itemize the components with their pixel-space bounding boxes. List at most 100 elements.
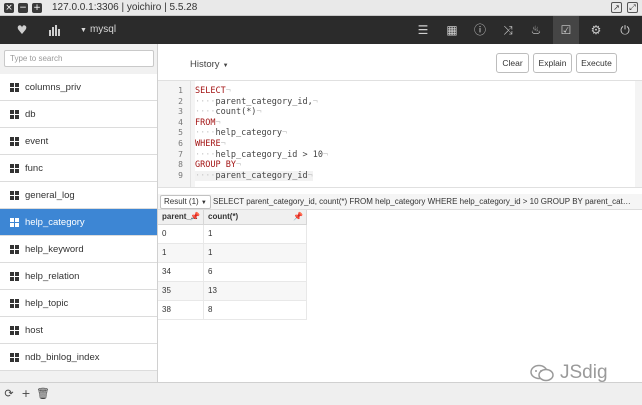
- heart-icon[interactable]: ♥: [10, 16, 34, 44]
- sidebar-table-item[interactable]: columns_priv: [0, 74, 157, 101]
- code-line[interactable]: ····help_category_id > 10¬: [195, 150, 328, 160]
- code-area[interactable]: SELECT¬ ····parent_category_id,¬ ····count…: [195, 81, 635, 187]
- whitespace-marker: ····: [195, 107, 216, 118]
- shuffle-icon[interactable]: ⤨: [496, 16, 520, 44]
- popout-icon[interactable]: ↗: [611, 2, 622, 13]
- result-cell[interactable]: 1: [204, 244, 307, 262]
- whitespace-marker: ····: [195, 96, 216, 107]
- trash-icon[interactable]: 🗑: [36, 387, 50, 400]
- add-icon[interactable]: +: [20, 387, 32, 400]
- sidebar-table-item[interactable]: help_category: [0, 209, 157, 236]
- result-row[interactable]: 35 13: [158, 282, 307, 301]
- bar-chart-icon[interactable]: [42, 16, 66, 44]
- result-cell[interactable]: 13: [204, 282, 307, 300]
- line-number: 1: [178, 86, 183, 95]
- sql-editor[interactable]: 123456789 SELECT¬ ····parent_category_id,…: [158, 80, 642, 188]
- line-number: 7: [178, 149, 183, 159]
- pin-icon[interactable]: 📌: [190, 210, 200, 224]
- sidebar-table-item[interactable]: db: [0, 101, 157, 128]
- minimize-window-icon[interactable]: −: [18, 2, 28, 13]
- database-select[interactable]: ▼ mysql: [80, 16, 116, 44]
- line-number: 2: [178, 96, 183, 106]
- line-number: 4: [178, 117, 183, 127]
- sidebar-table-label: help_relation: [25, 270, 80, 282]
- maximize-window-icon[interactable]: +: [32, 2, 42, 13]
- table-grid-icon: [10, 82, 19, 92]
- result-cell[interactable]: 8: [204, 301, 307, 319]
- column-header[interactable]: count(*) 📌: [204, 210, 307, 224]
- result-set-label: Result (1): [164, 197, 199, 206]
- sidebar-table-item[interactable]: ndb_binlog_index: [0, 344, 157, 371]
- clear-button[interactable]: Clear: [496, 53, 529, 73]
- newline-marker: ¬: [235, 160, 242, 171]
- result-row[interactable]: 38 8: [158, 301, 307, 320]
- explain-button[interactable]: Explain: [533, 53, 572, 73]
- refresh-icon[interactable]: ⟳: [3, 387, 15, 400]
- power-icon[interactable]: ⏻: [613, 16, 637, 44]
- code-line[interactable]: ····parent_category_id¬: [195, 170, 313, 181]
- sidebar-table-item[interactable]: help_topic: [0, 290, 157, 317]
- result-sql-text: SELECT parent_category_id, count(*) FROM…: [213, 197, 633, 206]
- fire-icon[interactable]: ♨: [524, 16, 548, 44]
- result-row[interactable]: 01: [158, 225, 307, 244]
- expand-icon[interactable]: ⤢: [627, 2, 638, 13]
- table-sidebar: columns_privdb event func general_log help_c…: [0, 44, 158, 382]
- code-line[interactable]: SELECT¬: [195, 86, 231, 96]
- sidebar-table-label: host: [25, 324, 43, 336]
- code-line[interactable]: WHERE¬: [195, 139, 226, 149]
- pin-icon[interactable]: 📌: [293, 210, 303, 224]
- query-icon[interactable]: ☑: [553, 16, 579, 44]
- menu-icon[interactable]: ☰: [411, 16, 435, 44]
- table-grid-icon: [10, 109, 19, 119]
- sidebar-table-label: db: [25, 108, 36, 120]
- info-icon[interactable]: ⓘ: [468, 16, 492, 44]
- code-line[interactable]: ····parent_category_id,¬: [195, 97, 318, 107]
- sidebar-table-item[interactable]: help_relation: [0, 263, 157, 290]
- sidebar-table-label: ndb_binlog_index: [25, 351, 100, 363]
- sidebar-table-item[interactable]: host: [0, 317, 157, 344]
- table-search-input[interactable]: [4, 50, 154, 67]
- table-grid-icon: [10, 190, 19, 200]
- sidebar-table-item[interactable]: func: [0, 155, 157, 182]
- code-text: count(*): [215, 107, 257, 118]
- code-text: WHERE: [195, 139, 221, 149]
- settings-icon[interactable]: ⚙: [584, 16, 608, 44]
- code-line[interactable]: GROUP BY¬: [195, 160, 241, 170]
- caret-down-icon: ▼: [80, 27, 87, 34]
- line-number: 3: [178, 107, 183, 117]
- result-cell[interactable]: 1: [158, 244, 204, 262]
- close-window-icon[interactable]: ×: [4, 2, 14, 13]
- result-set-select[interactable]: Result (1) ▼: [160, 195, 211, 209]
- table-icon[interactable]: ▦: [440, 16, 464, 44]
- column-header[interactable]: parent_... 📌: [158, 210, 204, 224]
- table-grid-icon: [10, 325, 19, 335]
- result-cell[interactable]: 38: [158, 301, 204, 319]
- execute-button[interactable]: Execute: [576, 53, 617, 73]
- table-grid-icon: [10, 217, 19, 227]
- newline-marker: ¬: [322, 149, 329, 160]
- result-cell[interactable]: 1: [204, 225, 307, 243]
- sidebar-table-label: func: [25, 162, 43, 174]
- sidebar-table-item[interactable]: help_keyword: [0, 236, 157, 263]
- sidebar-table-label: help_topic: [25, 297, 69, 309]
- query-panel: History ▼ Clear Explain Execute 123456789…: [158, 44, 642, 382]
- code-line[interactable]: ····count(*)¬: [195, 107, 262, 117]
- result-cell[interactable]: 34: [158, 263, 204, 281]
- line-number: 8: [178, 160, 183, 170]
- result-cell[interactable]: 0: [158, 225, 204, 243]
- result-cell[interactable]: 6: [204, 263, 307, 281]
- table-grid-icon: [10, 244, 19, 254]
- sidebar-table-item[interactable]: event: [0, 128, 157, 155]
- sidebar-table-item[interactable]: general_log: [0, 182, 157, 209]
- history-dropdown[interactable]: History ▼: [190, 59, 229, 70]
- main-toolbar: ♥ ▼ mysql ☰ ▦ ⓘ ⤨ ♨ ☑ ⚙ ⏻: [0, 16, 642, 44]
- code-line[interactable]: FROM¬: [195, 118, 221, 128]
- sidebar-table-label: columns_priv: [25, 81, 81, 93]
- table-grid-icon: [10, 298, 19, 308]
- wechat-icon: [530, 364, 554, 382]
- result-row[interactable]: 11: [158, 244, 307, 263]
- result-cell[interactable]: 35: [158, 282, 204, 300]
- sidebar-table-label: help_category: [25, 216, 85, 228]
- code-line[interactable]: ····help_category¬: [195, 128, 287, 138]
- result-row[interactable]: 34 6: [158, 263, 307, 282]
